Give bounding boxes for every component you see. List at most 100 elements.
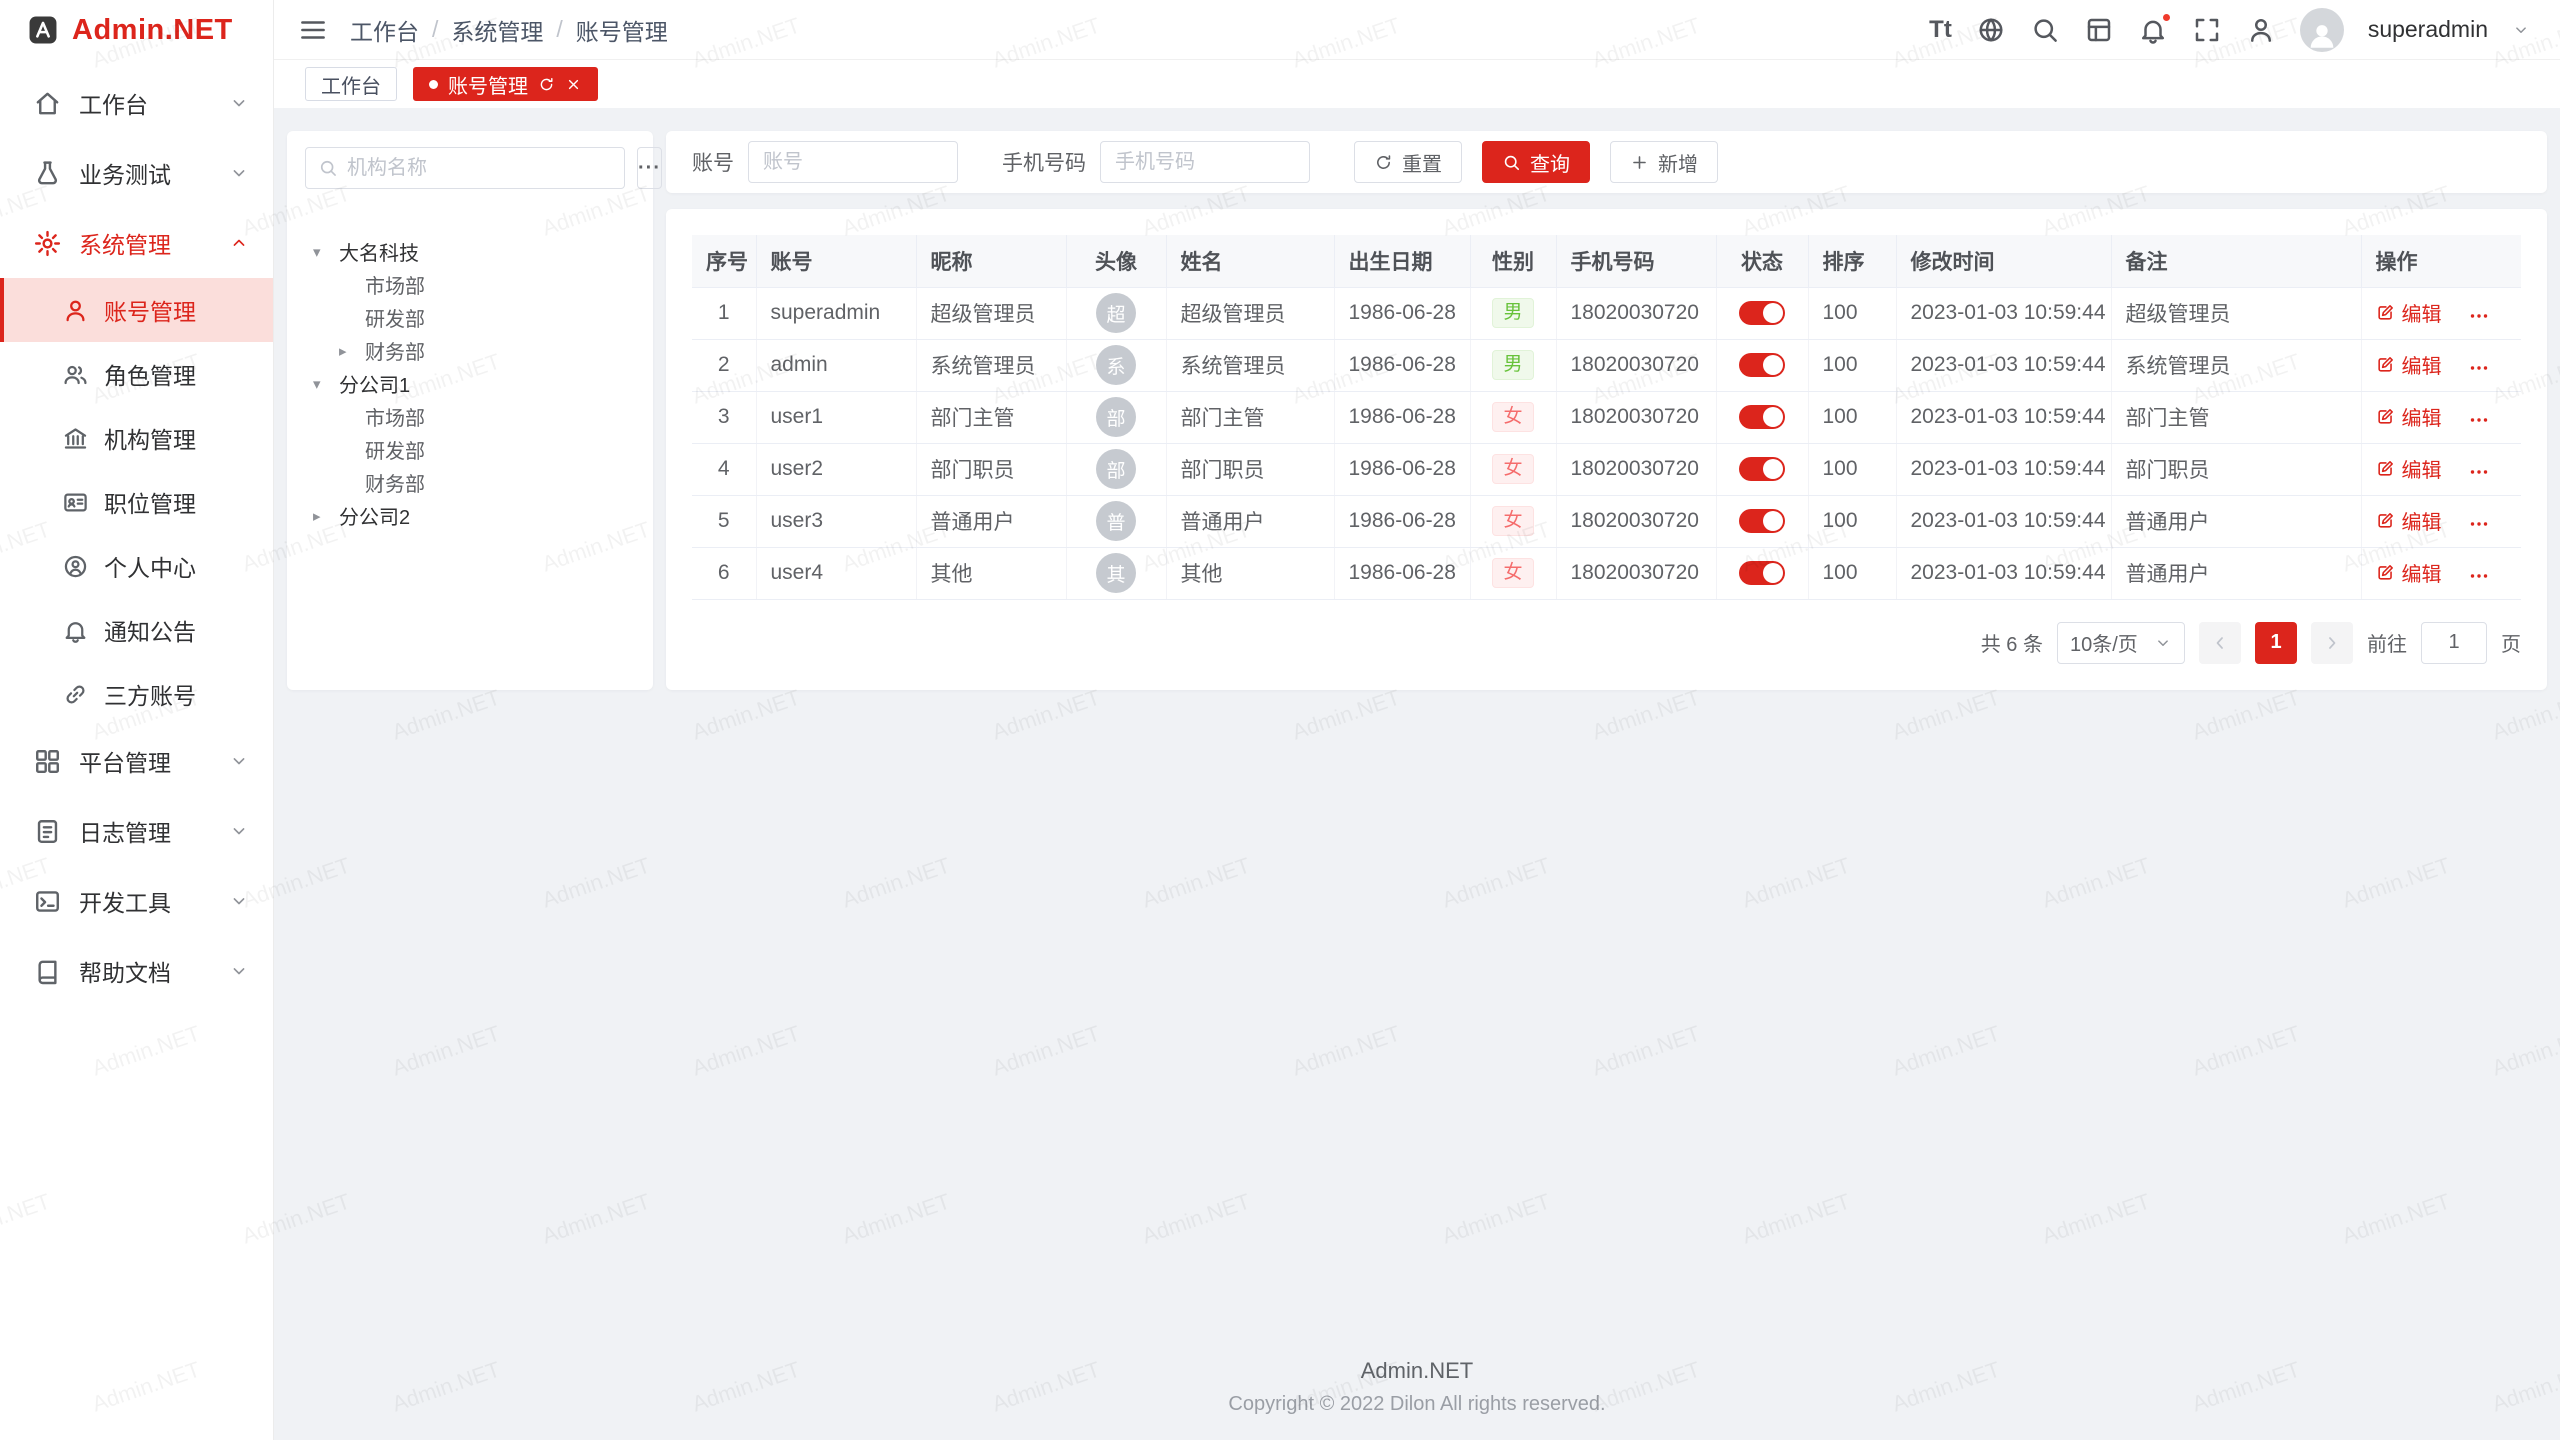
cell-modified-time: 2023-01-03 10:59:44 xyxy=(1896,547,2111,599)
search-icon[interactable] xyxy=(2030,15,2060,45)
sidebar-item-help-docs[interactable]: 帮助文档 xyxy=(0,936,273,1006)
sidebar-item-workbench[interactable]: 工作台 xyxy=(0,68,273,138)
caret-right-icon[interactable]: ▸ xyxy=(313,507,339,525)
caret-down-icon[interactable]: ▾ xyxy=(313,375,339,393)
row-more-button[interactable] xyxy=(2467,408,2491,432)
org-search-input[interactable] xyxy=(347,157,612,180)
sidebar-item-platform-management[interactable]: 平台管理 xyxy=(0,726,273,796)
sidebar-item-third-party-account[interactable]: 三方账号 xyxy=(0,662,273,726)
status-toggle[interactable] xyxy=(1739,301,1785,325)
chevron-down-icon xyxy=(2154,634,2172,652)
edit-button[interactable]: 编辑 xyxy=(2376,506,2442,535)
notification-bell-icon[interactable] xyxy=(2138,15,2168,45)
tab-account-management[interactable]: 账号管理 xyxy=(413,67,598,101)
prev-page-button[interactable] xyxy=(2199,622,2241,664)
page-number-button[interactable]: 1 xyxy=(2255,622,2297,664)
tree-node[interactable]: 研发部 xyxy=(305,433,635,466)
page-size-select[interactable]: 10条/页 xyxy=(2057,622,2185,664)
language-icon[interactable] xyxy=(1976,15,2006,45)
phone-filter-input[interactable] xyxy=(1100,141,1310,183)
cell-gender: 女 xyxy=(1470,547,1556,599)
cell-actions: 编辑 xyxy=(2361,495,2521,547)
cell-phone: 18020030720 xyxy=(1556,339,1716,391)
sidebar-item-personal-center[interactable]: 个人中心 xyxy=(0,534,273,598)
row-more-button[interactable] xyxy=(2467,564,2491,588)
row-more-button[interactable] xyxy=(2467,304,2491,328)
sidebar-item-label: 职位管理 xyxy=(104,485,196,519)
tree-node[interactable]: ▾ 分公司1 xyxy=(305,367,635,400)
account-filter-input[interactable] xyxy=(748,141,958,183)
column-header: 手机号码 xyxy=(1556,235,1716,287)
cell-remark: 普通用户 xyxy=(2111,495,2361,547)
tree-node[interactable]: ▸ 分公司2 xyxy=(305,499,635,532)
breadcrumb-item-system-management[interactable]: 系统管理 xyxy=(451,13,543,47)
row-more-button[interactable] xyxy=(2467,356,2491,380)
edit-button[interactable]: 编辑 xyxy=(2376,350,2442,379)
edit-button[interactable]: 编辑 xyxy=(2376,402,2442,431)
gear-icon xyxy=(33,229,62,258)
tree-node[interactable]: 市场部 xyxy=(305,400,635,433)
cell-sort: 100 xyxy=(1808,391,1896,443)
table-header-row: 序号账号昵称头像姓名出生日期性别手机号码状态排序修改时间备注操作 xyxy=(692,235,2521,287)
cell-remark: 系统管理员 xyxy=(2111,339,2361,391)
font-size-icon[interactable]: Tt xyxy=(1929,15,1952,45)
cell-phone: 18020030720 xyxy=(1556,547,1716,599)
tree-node[interactable]: ▸ 财务部 xyxy=(305,334,635,367)
status-toggle[interactable] xyxy=(1739,405,1785,429)
sidebar-item-role-management[interactable]: 角色管理 xyxy=(0,342,273,406)
row-more-button[interactable] xyxy=(2467,460,2491,484)
sidebar-item-business-test[interactable]: 业务测试 xyxy=(0,138,273,208)
app-logo[interactable]: Admin.NET xyxy=(0,0,273,60)
row-more-button[interactable] xyxy=(2467,512,2491,536)
menu-collapse-icon[interactable] xyxy=(298,15,328,45)
tree-node-label: 财务部 xyxy=(365,336,425,365)
status-toggle[interactable] xyxy=(1739,561,1785,585)
tree-more-button[interactable]: ··· xyxy=(637,147,662,189)
tree-node[interactable]: ▾ 大名科技 xyxy=(305,235,635,268)
org-tree: ▾ 大名科技 市场部 研发部 ▸ 财务部 xyxy=(305,235,635,532)
avatar: 其 xyxy=(1096,553,1136,593)
query-button[interactable]: 查询 xyxy=(1482,141,1590,183)
tree-node[interactable]: 市场部 xyxy=(305,268,635,301)
goto-page-input[interactable] xyxy=(2421,622,2487,664)
search-icon xyxy=(1502,153,1521,172)
chevron-down-icon[interactable] xyxy=(2512,21,2530,39)
edit-button[interactable]: 编辑 xyxy=(2376,298,2442,327)
add-button[interactable]: 新增 xyxy=(1610,141,1718,183)
sidebar-item-notice[interactable]: 通知公告 xyxy=(0,598,273,662)
edit-button[interactable]: 编辑 xyxy=(2376,558,2442,587)
user-avatar[interactable] xyxy=(2300,8,2344,52)
close-icon[interactable] xyxy=(565,76,582,93)
cell-account: superadmin xyxy=(756,287,916,339)
tree-node[interactable]: 研发部 xyxy=(305,301,635,334)
status-toggle[interactable] xyxy=(1739,353,1785,377)
column-header: 序号 xyxy=(692,235,756,287)
username[interactable]: superadmin xyxy=(2368,16,2488,43)
edit-button[interactable]: 编辑 xyxy=(2376,454,2442,483)
sidebar-item-account-management[interactable]: 账号管理 xyxy=(0,278,273,342)
sidebar-item-position-management[interactable]: 职位管理 xyxy=(0,470,273,534)
chevron-up-icon xyxy=(229,233,249,253)
sidebar-item-dev-tools[interactable]: 开发工具 xyxy=(0,866,273,936)
sidebar-item-system-management[interactable]: 系统管理 xyxy=(0,208,273,278)
status-toggle[interactable] xyxy=(1739,457,1785,481)
app-root: Admin.NETAdmin.NETAdmin.NETAdmin.NETAdmi… xyxy=(0,0,2560,1440)
sidebar-item-label: 开发工具 xyxy=(79,884,171,918)
caret-down-icon[interactable]: ▾ xyxy=(313,243,339,261)
tree-node[interactable]: 财务部 xyxy=(305,466,635,499)
breadcrumb-item-workbench[interactable]: 工作台 xyxy=(350,13,419,47)
sidebar-item-log-management[interactable]: 日志管理 xyxy=(0,796,273,866)
next-page-button[interactable] xyxy=(2311,622,2353,664)
table-row: 6 user4 其他 其 其他 1986-06-28 女 18020030720… xyxy=(692,547,2521,599)
user-settings-icon[interactable] xyxy=(2246,15,2276,45)
tab-workbench[interactable]: 工作台 xyxy=(305,67,397,101)
layout-icon[interactable] xyxy=(2084,15,2114,45)
reset-button[interactable]: 重置 xyxy=(1354,141,1462,183)
fullscreen-icon[interactable] xyxy=(2192,15,2222,45)
cell-modified-time: 2023-01-03 10:59:44 xyxy=(1896,339,2111,391)
status-toggle[interactable] xyxy=(1739,509,1785,533)
caret-right-icon[interactable]: ▸ xyxy=(339,342,365,360)
refresh-icon[interactable] xyxy=(538,76,555,93)
sidebar-item-org-management[interactable]: 机构管理 xyxy=(0,406,273,470)
tab-active-dot xyxy=(429,80,438,89)
